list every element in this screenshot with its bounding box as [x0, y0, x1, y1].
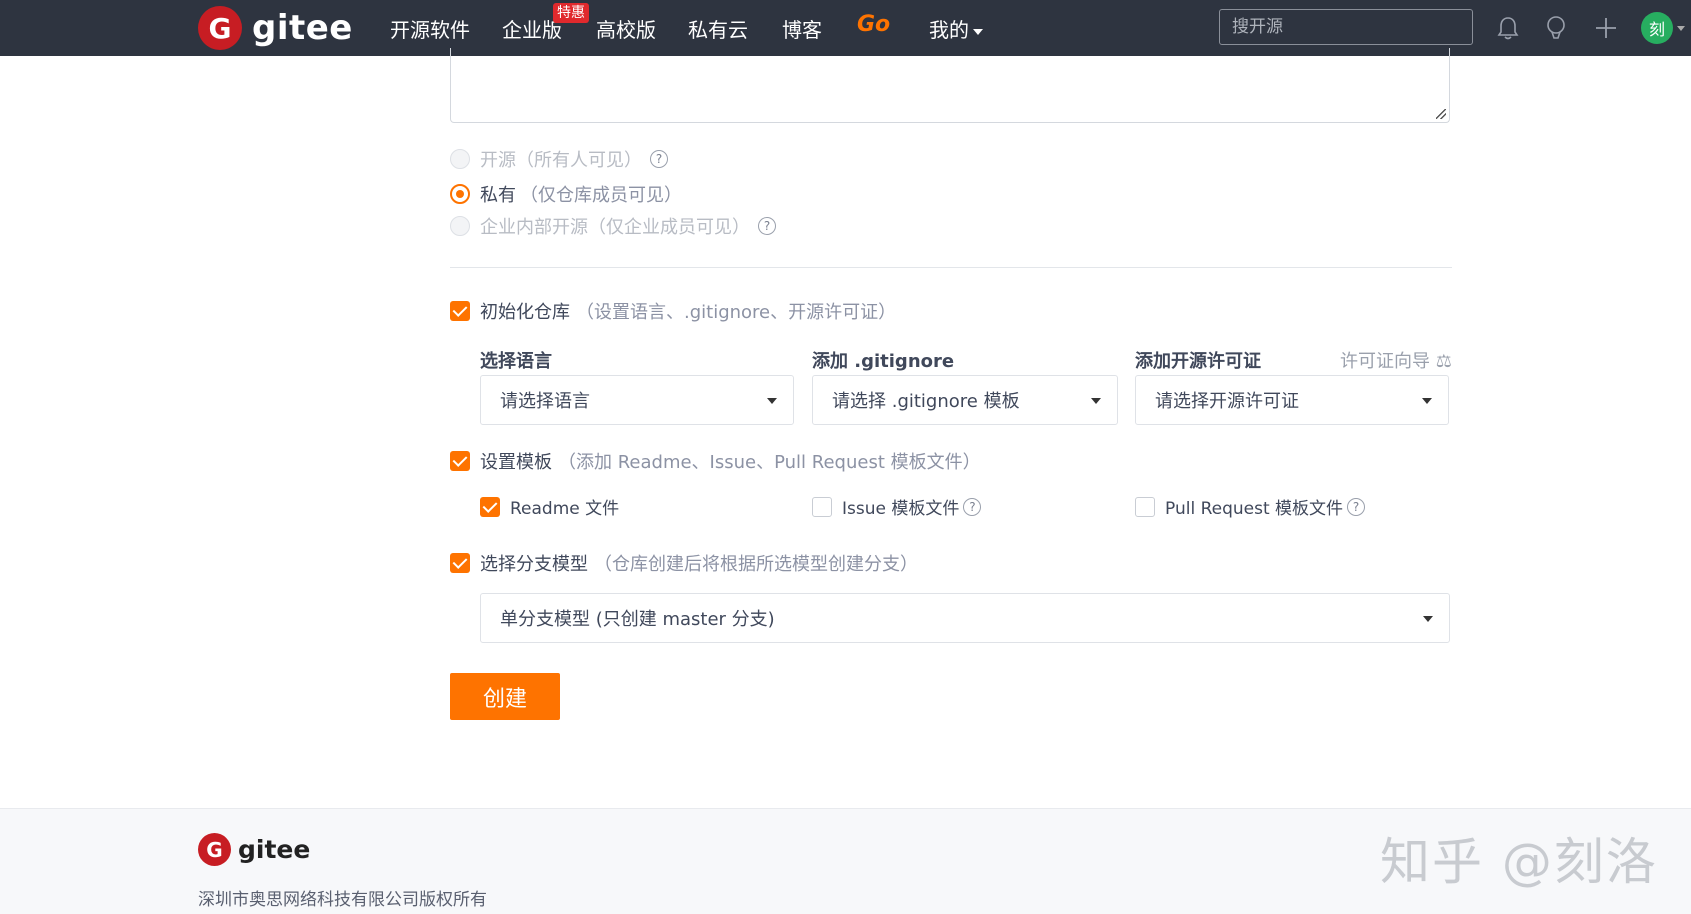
nav-blog[interactable]: 博客	[782, 14, 822, 43]
gitee-logo[interactable]: G gitee	[198, 6, 353, 50]
resize-handle-icon[interactable]	[1436, 109, 1446, 119]
gitignore-select-value: 请选择 .gitignore 模板	[832, 391, 1020, 412]
pr-template-label: Pull Request 模板文件	[1165, 499, 1344, 519]
init-repo-option[interactable]: 初始化仓库 （设置语言、.gitignore、开源许可证）	[450, 298, 896, 324]
branch-model-select[interactable]: 单分支模型 (只创建 master 分支)	[480, 593, 1450, 643]
nav-mine[interactable]: 我的	[929, 14, 983, 43]
description-textarea[interactable]	[450, 48, 1450, 123]
template-label: 设置模板	[480, 452, 552, 473]
init-repo-checkbox[interactable]	[450, 301, 470, 321]
visibility-enterprise-option[interactable]: 企业内部开源 （仅企业成员可见） ?	[450, 213, 776, 239]
init-repo-label: 初始化仓库	[480, 302, 570, 323]
chevron-down-icon	[1423, 616, 1433, 622]
visibility-private-option[interactable]: 私有 （仅仓库成员可见）	[450, 181, 682, 207]
branch-model-select-value: 单分支模型 (只创建 master 分支)	[500, 609, 775, 630]
license-select[interactable]: 请选择开源许可证	[1135, 375, 1449, 425]
readme-label: Readme 文件	[510, 499, 620, 519]
search-input[interactable]	[1219, 9, 1473, 45]
nav-mine-label: 我的	[929, 18, 969, 42]
license-label: 添加开源许可证	[1135, 351, 1261, 372]
footer: G gitee 深圳市奥思网络科技有限公司版权所有 知乎 @刻洛	[0, 808, 1691, 914]
language-select-value: 请选择语言	[500, 391, 590, 412]
footer-logo[interactable]: G gitee	[198, 833, 310, 866]
readme-checkbox[interactable]	[480, 496, 500, 517]
language-label: 选择语言	[480, 351, 552, 372]
gitee-logo-icon: G	[198, 833, 231, 866]
lightbulb-icon[interactable]	[1540, 12, 1572, 44]
avatar-chevron-down-icon[interactable]	[1677, 26, 1685, 31]
radio-enterprise[interactable]	[450, 216, 470, 236]
visibility-private-label: 私有	[480, 185, 516, 206]
visibility-enterprise-label: 企业内部开源	[480, 217, 588, 238]
gitee-logo-icon: G	[198, 6, 242, 50]
help-icon[interactable]: ?	[963, 497, 982, 516]
visibility-enterprise-hint: （仅企业成员可见）	[588, 217, 750, 238]
branch-model-hint: （仓库创建后将根据所选模型创建分支）	[594, 554, 918, 575]
footer-logo-text: gitee	[238, 835, 311, 864]
branch-model-option[interactable]: 选择分支模型 （仓库创建后将根据所选模型创建分支）	[450, 550, 918, 576]
radio-open[interactable]	[450, 149, 470, 169]
chevron-down-icon	[767, 398, 777, 404]
issue-template-option[interactable]: Issue 模板文件 ?	[812, 494, 982, 519]
gitignore-label: 添加 .gitignore	[812, 351, 955, 372]
visibility-private-hint: （仅仓库成员可见）	[520, 185, 682, 206]
plus-icon[interactable]	[1590, 12, 1622, 44]
gitignore-select[interactable]: 请选择 .gitignore 模板	[812, 375, 1118, 425]
help-icon[interactable]: ?	[758, 217, 776, 235]
template-option[interactable]: 设置模板 （添加 Readme、Issue、Pull Request 模板文件）	[450, 448, 981, 474]
visibility-open-hint: （所有人可见）	[516, 150, 642, 171]
nav-open-source[interactable]: 开源软件	[390, 14, 470, 43]
branch-model-label: 选择分支模型	[480, 554, 588, 575]
template-checkbox[interactable]	[450, 451, 470, 471]
bell-icon[interactable]	[1492, 12, 1524, 44]
divider	[450, 267, 1452, 268]
license-guide-link[interactable]: 许可证向导 ⚖	[1340, 347, 1452, 373]
language-select[interactable]: 请选择语言	[480, 375, 794, 425]
radio-private[interactable]	[450, 184, 470, 204]
help-icon[interactable]: ?	[1347, 497, 1366, 516]
visibility-open-label: 开源	[480, 150, 516, 171]
avatar[interactable]: 刻	[1641, 12, 1673, 44]
init-repo-hint: （设置语言、.gitignore、开源许可证）	[576, 302, 897, 323]
nav-go[interactable]: Go	[857, 12, 890, 37]
nav-private-cloud[interactable]: 私有云	[688, 14, 748, 43]
create-button[interactable]: 创建	[450, 673, 560, 720]
readme-option[interactable]: Readme 文件	[480, 494, 619, 519]
pr-template-checkbox[interactable]	[1135, 496, 1155, 517]
template-hint: （添加 Readme、Issue、Pull Request 模板文件）	[558, 452, 981, 473]
pr-template-option[interactable]: Pull Request 模板文件 ?	[1135, 494, 1366, 519]
copyright-text: 深圳市奥思网络科技有限公司版权所有	[198, 890, 487, 910]
branch-model-checkbox[interactable]	[450, 553, 470, 573]
help-icon[interactable]: ?	[650, 150, 668, 168]
watermark: 知乎 @刻洛	[1380, 833, 1658, 891]
visibility-open-option[interactable]: 开源 （所有人可见） ?	[450, 146, 668, 172]
issue-template-checkbox[interactable]	[812, 496, 832, 517]
license-select-value: 请选择开源许可证	[1155, 391, 1299, 412]
chevron-down-icon	[973, 28, 983, 35]
nav-university[interactable]: 高校版	[596, 14, 656, 43]
issue-template-label: Issue 模板文件	[842, 499, 960, 519]
chevron-down-icon	[1422, 398, 1432, 404]
promo-badge: 特惠	[553, 3, 589, 23]
gitee-logo-text: gitee	[252, 8, 353, 48]
chevron-down-icon	[1091, 398, 1101, 404]
